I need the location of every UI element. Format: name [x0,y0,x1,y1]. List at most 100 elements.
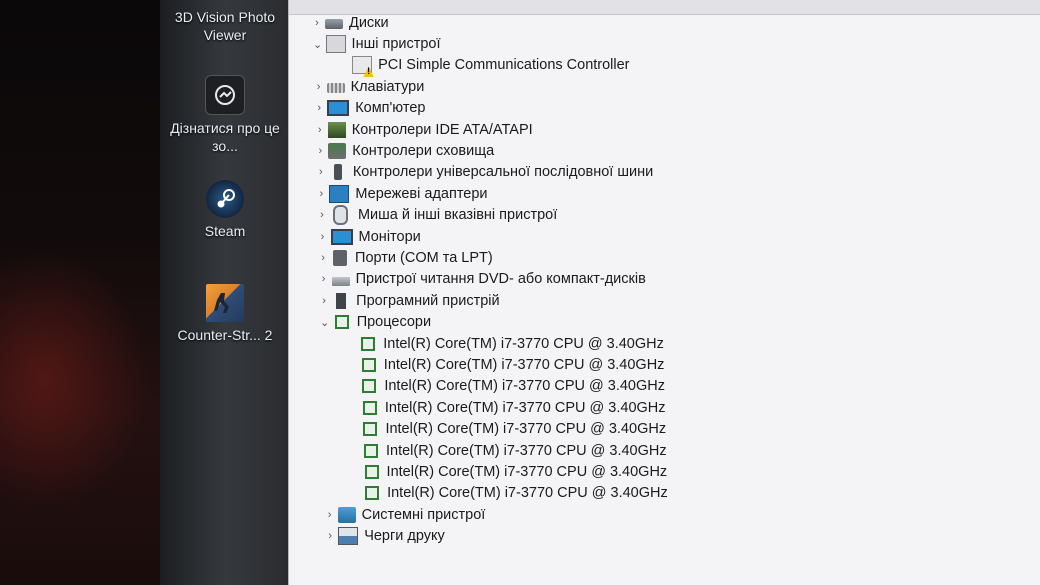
device-label: Процесори [356,314,432,331]
device-category[interactable]: › Порти (COM та LPT) [315,247,668,268]
device-item[interactable]: Intel(R) Core(TM) i7-3770 CPU @ 3.40GHz [318,376,667,397]
chevron-right-icon[interactable]: › [311,81,327,93]
device-label: Intel(R) Core(TM) i7-3770 CPU @ 3.40GHz [383,356,665,373]
device-item[interactable]: Intel(R) Core(TM) i7-3770 CPU @ 3.40GHz [321,483,668,504]
processor-icon [334,315,349,330]
device-category[interactable]: › Диски [309,12,668,33]
warning-device-icon [352,56,373,75]
chevron-right-icon[interactable]: › [314,209,330,221]
desktop-shortcut-label: 3D Vision Photo Viewer [174,9,276,43]
processor-icon [362,400,377,415]
processor-icon [361,357,376,372]
monitor-icon [330,228,353,245]
storage-controller-icon [328,143,347,160]
ambient-glow [0,250,150,510]
chevron-right-icon[interactable]: › [316,273,332,285]
device-category[interactable]: ⌄ Інші пристрої [310,33,668,54]
chevron-down-icon[interactable]: ⌄ [310,38,326,51]
device-category[interactable]: › Контролери універсальної послідовної ши… [313,162,668,183]
device-category[interactable]: › Системні пристрої [322,504,668,525]
device-label: Контролери сховища [352,143,495,160]
device-item[interactable]: Intel(R) Core(TM) i7-3770 CPU @ 3.40GHz [318,354,668,375]
other-devices-icon [325,35,346,54]
device-category[interactable]: › Контролери IDE ATA/ATAPI [312,119,668,140]
device-label: Порти (COM та LPT) [355,249,493,266]
device-item[interactable]: Intel(R) Core(TM) i7-3770 CPU @ 3.40GHz [317,333,667,354]
chevron-right-icon[interactable]: › [313,166,329,178]
device-item[interactable]: Intel(R) Core(TM) i7-3770 CPU @ 3.40GHz [319,397,668,418]
chevron-right-icon[interactable]: › [312,124,328,136]
device-category[interactable]: ⌄ Процесори [317,311,668,332]
processor-icon [363,422,378,437]
processor-icon [361,336,376,351]
device-category[interactable]: › Монітори [315,226,668,247]
desktop-shortcut-counter-strike[interactable]: Counter-Str... 2 [170,284,280,344]
about-icon [205,75,245,115]
chevron-right-icon[interactable]: › [313,188,329,200]
device-item[interactable]: Intel(R) Core(TM) i7-3770 CPU @ 3.40GHz [321,461,668,482]
chevron-right-icon[interactable]: › [311,102,327,114]
chevron-right-icon[interactable]: › [322,509,338,521]
device-item[interactable]: PCI Simple Communications Controller [310,55,668,76]
processor-icon [362,379,377,394]
desktop-shortcut-label: Дізнатися про це зо... [170,120,280,154]
chevron-right-icon[interactable]: › [322,530,338,542]
desktop-shortcut-label: Counter-Str... 2 [177,327,273,343]
system-devices-icon [337,506,356,523]
device-item[interactable]: Intel(R) Core(TM) i7-3770 CPU @ 3.40GHz [320,440,668,461]
chevron-right-icon[interactable]: › [312,145,328,157]
dvd-drive-icon [331,277,350,287]
processor-icon [364,464,379,479]
chevron-right-icon[interactable]: › [316,295,332,307]
chevron-right-icon[interactable]: › [315,231,331,243]
disk-drive-icon [325,19,343,30]
network-adapter-icon [329,184,350,203]
monitor-bezel [0,0,175,585]
desktop: 3D Vision Photo Viewer Дізнатися про це … [160,0,290,585]
device-label: Монітори [358,228,421,245]
device-label: PCI Simple Communications Controller [378,57,630,74]
device-label: Пристрої читання DVD- або компакт-дисків [355,271,646,288]
device-label: Intel(R) Core(TM) i7-3770 CPU @ 3.40GHz [385,421,667,438]
device-label: Intel(R) Core(TM) i7-3770 CPU @ 3.40GHz [386,463,668,480]
port-icon [333,249,348,266]
device-label: Мережеві адаптери [355,185,488,202]
device-label: Intel(R) Core(TM) i7-3770 CPU @ 3.40GHz [384,378,665,395]
desktop-shortcut-label: Steam [204,223,246,239]
desktop-shortcut-about[interactable]: Дізнатися про це зо... [170,75,280,155]
usb-icon [333,164,342,181]
chevron-down-icon[interactable]: ⌄ [317,316,333,329]
print-queue-icon [338,527,359,546]
device-label: Клавіатури [350,78,425,95]
device-label: Програмний пристрій [356,292,500,309]
desktop-shortcut-3d-vision[interactable]: 3D Vision Photo Viewer [170,8,280,44]
chevron-right-icon[interactable]: › [315,252,331,264]
device-item[interactable]: Intel(R) Core(TM) i7-3770 CPU @ 3.40GHz [319,418,667,439]
steam-icon [206,180,244,218]
keyboard-icon [326,83,345,94]
device-category[interactable]: › Клавіатури [311,76,668,97]
counter-strike-icon [206,284,244,322]
device-category[interactable]: › Контролери сховища [312,140,667,161]
device-label: Інші пристрої [351,36,441,53]
chevron-right-icon[interactable]: › [309,17,325,29]
device-label: Intel(R) Core(TM) i7-3770 CPU @ 3.40GHz [384,399,666,416]
computer-icon [327,100,350,117]
processor-icon [364,443,378,458]
device-category[interactable]: › Комп'ютер [311,98,668,119]
device-label: Intel(R) Core(TM) i7-3770 CPU @ 3.40GHz [386,442,667,459]
device-label: Intel(R) Core(TM) i7-3770 CPU @ 3.40GHz [387,485,668,502]
processor-icon [365,486,380,501]
device-label: Миша й інші вказівні пристрої [357,207,558,224]
device-category[interactable]: › Мережеві адаптери [313,183,667,204]
device-tree: › Диски ⌄ Інші пристрої PCI Simple Communica… [309,12,668,547]
software-device-icon [336,292,347,309]
device-category[interactable]: › Черги друку [322,525,668,546]
device-label: Intel(R) Core(TM) i7-3770 CPU @ 3.40GHz [383,335,664,352]
device-label: Контролери IDE ATA/ATAPI [351,121,533,138]
desktop-shortcut-steam[interactable]: Steam [170,180,280,240]
device-category[interactable]: › Програмний пристрій [316,290,668,311]
device-category[interactable]: › Миша й інші вказівні пристрої [314,205,668,226]
device-category[interactable]: › Пристрої читання DVD- або компакт-дискі… [316,269,668,290]
device-label: Черги друку [364,528,445,545]
